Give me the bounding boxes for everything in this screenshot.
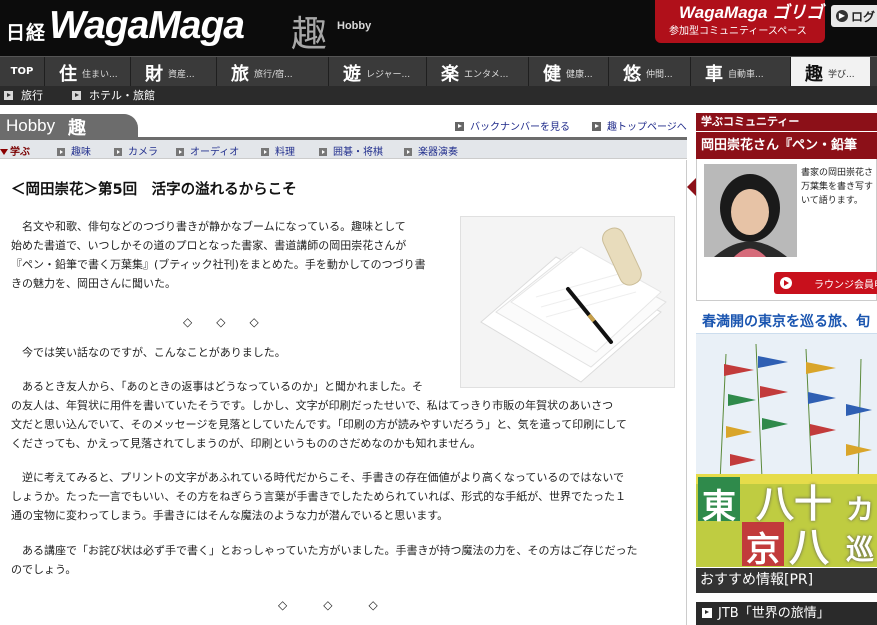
brand-prefix: 日経 (6, 22, 47, 44)
section-separator: ◇ ◇ ◇ (278, 598, 378, 612)
community-heading[interactable]: 学ぶコミュニティー (696, 113, 877, 131)
site-header: 日経 WagaMaga 趣 Hobby WagaMaga ゴリゴ 参加型コミュニ… (0, 0, 877, 56)
main-nav: TOP 住住まい... 財資産... 旅旅行/宿... 遊レジャー... 楽エン… (0, 56, 877, 87)
lounge-signup-button[interactable]: ラウンジ会員申 (774, 272, 877, 294)
login-label: ログ (851, 10, 876, 24)
arrow-right-icon (72, 91, 81, 100)
article-paragraph: あるとき友人から、「あのときの返事はどうなっているのか」と聞かれました。そ の友… (11, 380, 627, 450)
ad-big-char: 東 (702, 487, 736, 527)
ad-big-char: カ (846, 493, 875, 526)
subnav-item-igo[interactable]: 囲碁・将棋 (319, 143, 383, 158)
nav-item-ken[interactable]: 健健康... (528, 57, 608, 87)
nav-item-asobi[interactable]: 遊レジャー... (328, 57, 426, 87)
article-paragraph: ある講座で「お詫び状は必ず手で書く」とおっしゃっていた方がいました。手書きが持つ… (11, 544, 638, 576)
arrow-right-icon (176, 148, 184, 156)
right-sidebar: 学ぶコミュニティー 岡田崇花さん『ペン・鉛筆 書家の岡田崇花さ 万葉集を書き写す… (696, 105, 877, 625)
ad-big-char: 京 (746, 530, 780, 567)
breadcrumb-item[interactable]: 旅行 (4, 88, 43, 103)
login-button[interactable]: ▶ ログ (831, 5, 877, 27)
ad-title: 春満開の東京を巡る旅、旬 (696, 310, 877, 334)
brand-logo[interactable]: WagaMaga (49, 4, 245, 48)
arrow-right-icon: ▶ (836, 10, 848, 22)
breadcrumb-item[interactable]: ホテル・旅館 (72, 88, 155, 103)
paper-pen-illustration (461, 217, 674, 387)
hobby-top-link[interactable]: 趣トップページへ (592, 118, 687, 133)
nav-top[interactable]: TOP (0, 57, 44, 87)
nav-item-zai[interactable]: 財資産... (130, 57, 216, 87)
community-subtitle: 参加型コミュニティースペース (669, 26, 807, 37)
article-paragraph: 今では笑い話なのですが、こんなことがありました。 (11, 346, 286, 359)
triangle-down-icon (0, 149, 8, 155)
arrow-right-icon (57, 148, 65, 156)
arrow-right-icon (4, 91, 13, 100)
backnumber-link[interactable]: バックナンバーを見る (455, 118, 570, 133)
community-title: WagaMaga ゴリゴ (679, 3, 824, 22)
article-intro: 名文や和歌、俳句などのつづり書きが静かなブームになっている。趣味として 始めた書… (11, 220, 426, 290)
recommend-heading: おすすめ情報[PR] (696, 568, 877, 593)
tokyo-travel-ad[interactable]: 春満開の東京を巡る旅、旬 東 京 八十 八 カ 巡 (696, 310, 877, 567)
article-paragraph: 逆に考えてみると、プリントの文字があふれている時代だからこそ、手書きの存在価値が… (11, 471, 627, 522)
subnav-item-shumi[interactable]: 趣味 (57, 143, 91, 158)
community-banner[interactable]: WagaMaga ゴリゴ 参加型コミュニティースペース (655, 0, 825, 43)
ad-big-char: 八 (789, 524, 829, 567)
jtb-link[interactable]: JTB「世界の旅情」 (696, 602, 877, 625)
nav-item-kuruma[interactable]: 車自動車... (690, 57, 790, 87)
section-header: Hobby 趣 バックナンバーを見る 趣トップページへ (0, 105, 687, 140)
subnav-item-camera[interactable]: カメラ (114, 143, 158, 158)
brand-category: Hobby (337, 20, 372, 32)
arrow-right-icon (592, 122, 601, 131)
section-label: Hobby (6, 116, 56, 135)
article-photo (460, 216, 675, 388)
arrow-right-icon (780, 277, 792, 289)
arrow-right-icon (114, 148, 122, 156)
ad-big-char: 巡 (846, 533, 875, 566)
subnav-item-gakki[interactable]: 楽器演奏 (404, 143, 458, 158)
person-description: 書家の岡田崇花さ 万葉集を書き写す いて語ります。 (801, 168, 874, 206)
arrow-right-icon (702, 608, 712, 618)
article-title: ＜岡田崇花＞第5回 活字の溢れるからこそ (11, 182, 297, 198)
person-card: 書家の岡田崇花さ 万葉集を書き写す いて語ります。 ラウンジ会員申 (696, 159, 877, 301)
brand-kanji: 趣 (291, 14, 328, 55)
nav-item-yuu[interactable]: 悠仲間... (608, 57, 690, 87)
nav-item-raku[interactable]: 楽エンタメ... (426, 57, 528, 87)
section-tab: Hobby 趣 (0, 114, 138, 139)
article: ＜岡田崇花＞第5回 活字の溢れるからこそ 名文や和歌、俳句などのつづり書きが静か… (0, 160, 687, 625)
arrow-right-icon (261, 148, 269, 156)
nav-item-sumai[interactable]: 住住まい... (44, 57, 130, 87)
nav-item-tabi[interactable]: 旅旅行/宿... (216, 57, 328, 87)
sub-nav: 学ぶ 趣味 カメラ オーディオ 料理 囲碁・将棋 楽器演奏 (0, 140, 687, 159)
breadcrumb: 旅行 ホテル・旅館 (0, 86, 877, 105)
nav-item-shu[interactable]: 趣学び... (790, 57, 870, 87)
subnav-item-audio[interactable]: オーディオ (176, 143, 239, 158)
arrow-right-icon (404, 148, 412, 156)
person-title[interactable]: 岡田崇花さん『ペン・鉛筆 (696, 132, 877, 159)
portrait-image (704, 164, 797, 257)
subnav-item-ryouri[interactable]: 料理 (261, 143, 295, 158)
section-separator: ◇ ◇ ◇ (183, 315, 259, 329)
person-portrait (704, 164, 797, 257)
subnav-item-manabu[interactable]: 学ぶ (0, 143, 30, 158)
callout-notch (687, 178, 696, 196)
arrow-right-icon (455, 122, 464, 131)
arrow-right-icon (319, 148, 327, 156)
